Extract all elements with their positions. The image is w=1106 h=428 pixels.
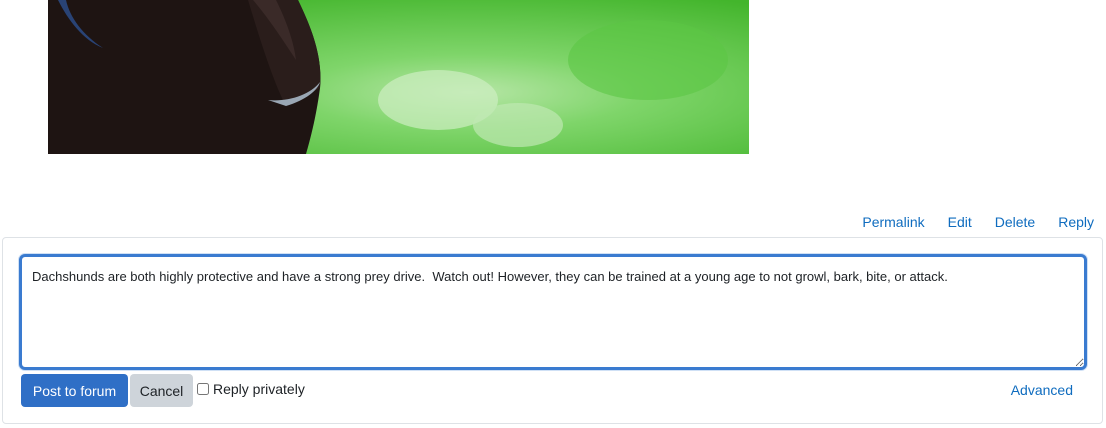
advanced-link[interactable]: Advanced (1011, 382, 1073, 398)
permalink-link[interactable]: Permalink (862, 212, 924, 232)
post-actions: Permalink Edit Delete Reply (862, 212, 1094, 232)
post-image (48, 0, 749, 154)
edit-link[interactable]: Edit (948, 212, 972, 232)
dog-photo-icon (48, 0, 749, 154)
reply-privately-option[interactable]: Reply privately (197, 380, 305, 398)
reply-link[interactable]: Reply (1058, 212, 1094, 232)
delete-link[interactable]: Delete (995, 212, 1035, 232)
reply-privately-checkbox[interactable] (197, 383, 209, 395)
cancel-button[interactable]: Cancel (130, 374, 193, 407)
post-to-forum-button[interactable]: Post to forum (21, 374, 128, 407)
inline-reply-form: Post to forum Cancel Reply privately Adv… (2, 237, 1103, 424)
reply-message-textarea[interactable] (19, 254, 1087, 370)
reply-privately-label: Reply privately (213, 381, 305, 397)
